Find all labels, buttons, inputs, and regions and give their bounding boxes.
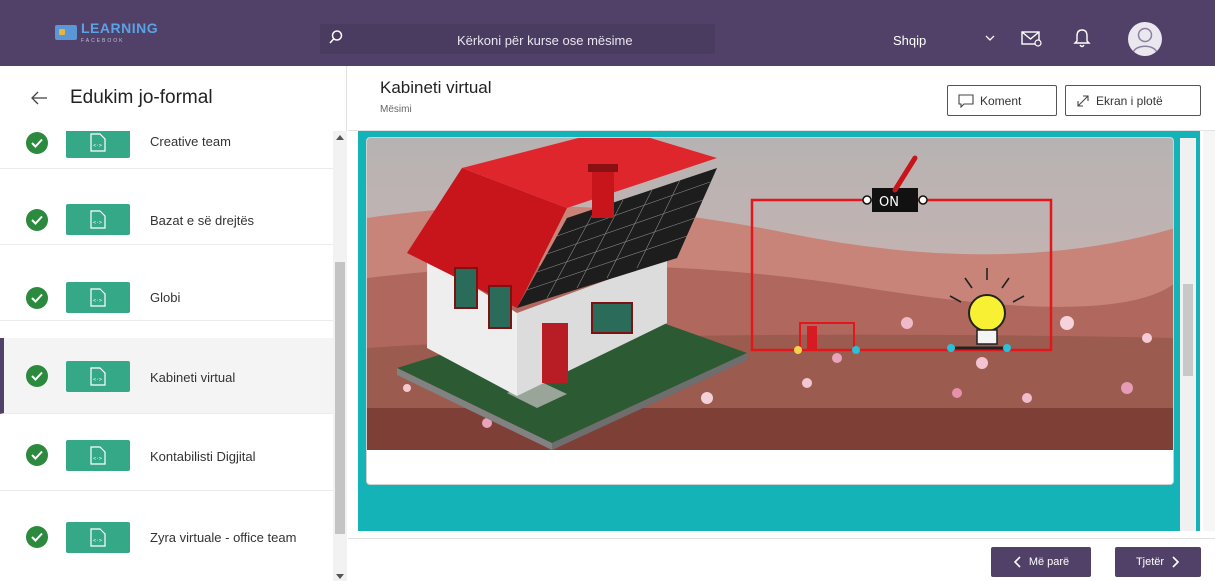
search-bar[interactable]: Kërkoni për kurse ose mësime: [320, 24, 715, 54]
user-avatar-icon: [1132, 27, 1158, 54]
sidebar-scrollbar[interactable]: [333, 131, 347, 581]
list-item[interactable]: <·> Zyra virtuale - office team: [0, 491, 333, 567]
lesson-content-frame[interactable]: ON: [366, 137, 1174, 485]
fullscreen-button[interactable]: Ekran i plotë: [1065, 85, 1201, 116]
bell-icon[interactable]: [1073, 27, 1091, 49]
content-scrollbar[interactable]: [1180, 138, 1196, 531]
chevron-right-icon: [1172, 556, 1180, 568]
list-item[interactable]: <·> Globi: [0, 245, 333, 321]
chevron-down-icon[interactable]: [983, 31, 997, 45]
html-file-thumbnail: <·>: [66, 204, 130, 235]
scroll-up-icon[interactable]: [336, 135, 344, 140]
lesson-subtitle: Mësimi: [380, 104, 412, 115]
list-item-label: Kabineti virtual: [150, 370, 236, 385]
previous-label: Më parë: [1028, 556, 1070, 568]
svg-text:<·>: <·>: [93, 143, 102, 149]
comment-button[interactable]: Koment: [947, 85, 1057, 116]
scrollbar-thumb[interactable]: [1183, 284, 1193, 376]
list-item[interactable]: <·> Bazat e së drejtës: [0, 169, 333, 245]
html-file-thumbnail: <·>: [66, 440, 130, 471]
list-item-label: Globi: [150, 290, 181, 305]
list-item[interactable]: <·> Kontabilisti Digjital: [0, 415, 333, 491]
svg-text:<·>: <·>: [93, 456, 102, 462]
fullscreen-label: Ekran i plotë: [1096, 93, 1163, 108]
svg-text:<·>: <·>: [93, 538, 102, 544]
list-item[interactable]: <·> Kabineti virtual: [0, 338, 333, 414]
logo-icon: [55, 24, 77, 40]
previous-button[interactable]: Më parë: [991, 547, 1091, 577]
page-scrollbar[interactable]: [1203, 131, 1215, 531]
sidebar-header: Edukim jo-formal: [0, 66, 347, 131]
lesson-list: <·> Creative team <·> Bazat e së drejtës…: [0, 131, 347, 581]
lesson-header: Kabineti virtual Mësimi Koment Ekran i p…: [348, 66, 1215, 131]
mail-icon[interactable]: [1020, 28, 1042, 48]
lesson-footer: Më parë Tjetër: [348, 538, 1215, 581]
check-icon: [26, 365, 48, 387]
logo-subtext: FACEBOOK: [81, 38, 125, 44]
svg-text:<·>: <·>: [93, 298, 102, 304]
comment-label: Koment: [980, 93, 1022, 108]
html-file-thumbnail: <·>: [66, 282, 130, 313]
next-button[interactable]: Tjetër: [1115, 547, 1201, 577]
comment-icon: [958, 93, 974, 108]
list-item-label: Creative team: [150, 134, 231, 149]
scrollbar-thumb[interactable]: [335, 262, 345, 534]
list-item-label: Bazat e së drejtës: [150, 213, 255, 228]
svg-text:<·>: <·>: [93, 377, 102, 383]
chevron-left-icon: [1013, 556, 1021, 568]
html-file-thumbnail: <·>: [66, 361, 130, 392]
check-icon: [26, 132, 48, 154]
check-icon: [26, 209, 48, 231]
search-input[interactable]: Kërkoni për kurse ose mësime: [457, 33, 633, 48]
switch-label: ON: [879, 195, 899, 210]
expand-icon: [1077, 94, 1089, 107]
avatar[interactable]: [1128, 22, 1162, 56]
svg-text:<·>: <·>: [93, 220, 102, 226]
top-bar: LEARNING FACEBOOK Kërkoni për kurse ose …: [0, 0, 1215, 66]
sidebar-title: Edukim jo-formal: [70, 87, 213, 108]
scroll-down-icon[interactable]: [336, 574, 344, 579]
next-label: Tjetër: [1135, 556, 1165, 568]
list-item[interactable]: <·> Creative team: [0, 131, 333, 169]
logo[interactable]: LEARNING FACEBOOK: [55, 20, 167, 44]
check-icon: [26, 287, 48, 309]
logo-wordmark: LEARNING FACEBOOK: [81, 20, 158, 44]
html-file-thumbnail: <·>: [66, 131, 130, 158]
language-selector[interactable]: Shqip: [893, 33, 926, 48]
check-icon: [26, 444, 48, 466]
html-file-thumbnail: <·>: [66, 522, 130, 553]
lesson-viewer: ON: [358, 131, 1200, 531]
check-icon: [26, 526, 48, 548]
back-arrow-icon[interactable]: [30, 90, 48, 106]
logo-text: LEARNING: [81, 20, 159, 36]
virtual-lab-scene[interactable]: ON: [367, 138, 1174, 450]
list-item-label: Kontabilisti Digjital: [150, 449, 256, 464]
list-item-label: Zyra virtuale - office team: [150, 530, 297, 545]
lesson-title: Kabineti virtual: [380, 78, 492, 97]
search-icon[interactable]: [328, 29, 344, 45]
